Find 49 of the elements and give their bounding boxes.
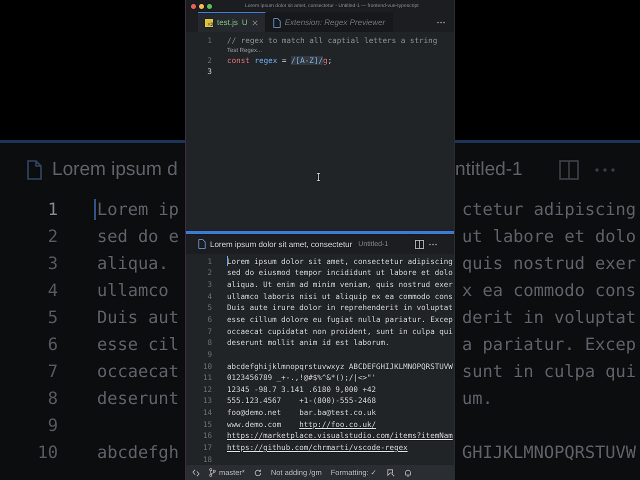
code-text: ullamco [97,280,169,300]
text-cursor-icon [316,173,321,181]
maximize-icon[interactable] [207,4,212,8]
code-text: um. [461,388,493,408]
line-number: 1 [46,200,59,220]
line-number: 3 [46,254,59,274]
code-text: Duis aut [97,308,179,328]
file-icon [272,18,281,28]
editor-tab[interactable]: test.js U [198,12,266,32]
code-text: aliqua. [97,254,169,274]
code-text: abcdefgh [97,442,179,462]
bell-icon[interactable] [404,468,412,476]
code-text: derit in voluptat [461,308,636,328]
code-text: a pariatur. Excep [461,334,636,354]
line-number: 2 [46,226,59,246]
close-icon[interactable] [252,20,258,26]
js-file-icon [205,18,213,26]
split-editor-icon[interactable] [415,240,424,249]
editor-tab[interactable]: Extension: Regex Previewer [266,12,394,32]
close-icon[interactable] [191,4,196,8]
line-number: 5 [46,308,59,328]
code-text: sed do e [97,226,179,246]
file-icon [26,160,42,180]
code-text: x ea commodo cons [461,280,636,300]
feedback-icon[interactable] [386,468,395,476]
remote-icon[interactable] [192,468,200,476]
line-number: 6 [46,334,59,354]
more-icon[interactable] [436,20,446,24]
code-text: esse cil [97,334,179,354]
minimize-icon[interactable] [199,4,204,8]
code-text: sunt in culpa qui [461,362,636,382]
code-text: quis nostrud exer [461,254,636,274]
code-text: Lorem ip [97,200,179,220]
sync-icon[interactable] [254,468,262,476]
file-icon [198,239,206,250]
code-text: deserunt [97,388,179,408]
code-text: occaecat [97,362,179,382]
line-number: 10 [36,442,59,462]
branch-icon [209,468,216,477]
line-number: 9 [46,416,59,436]
status-letter: U [242,18,248,27]
line-number: 4 [46,280,59,300]
line-number: 8 [46,388,59,408]
code-text: GHIJKLMNOPQRSTUVW [461,442,636,462]
code-text: ctetur adipiscing [461,200,636,220]
editor-title[interactable]: Lorem ipsum dolor sit amet, consectetur [210,240,352,249]
code-text: ut labore et dolo [461,226,636,246]
line-number: 7 [46,362,59,382]
more-icon[interactable] [428,242,438,246]
